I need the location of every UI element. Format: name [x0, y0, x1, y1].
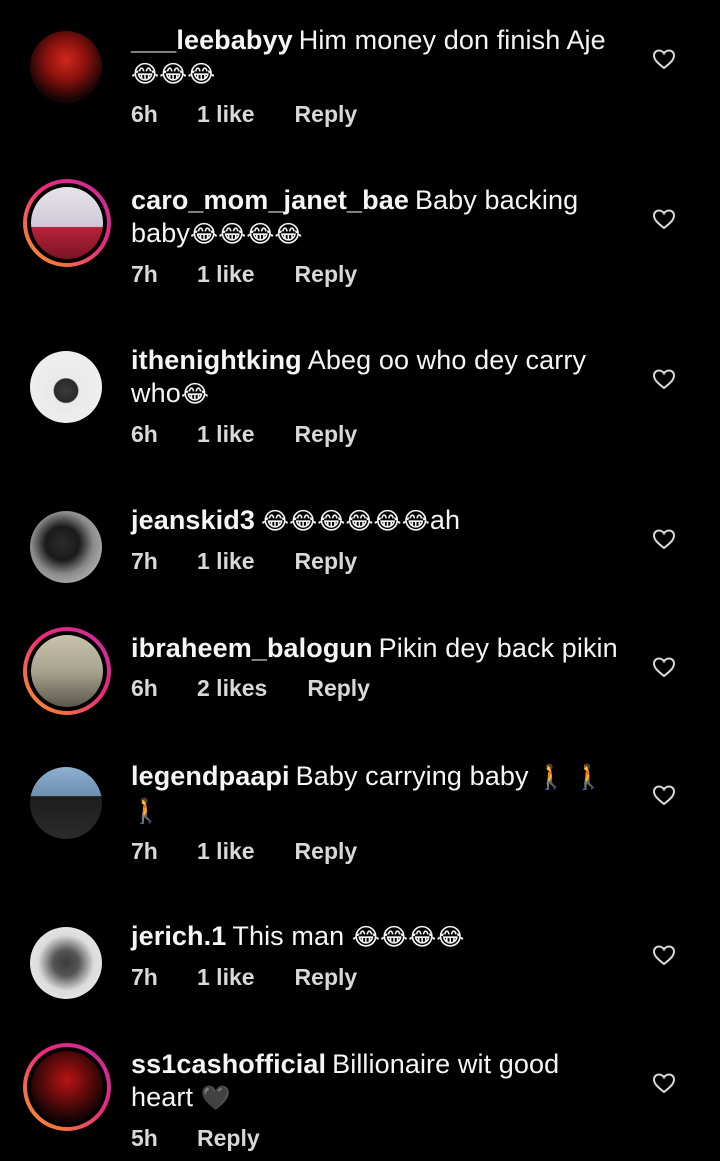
reply-button[interactable]: Reply — [197, 1125, 260, 1152]
comment-time: 7h — [131, 838, 158, 864]
comment-text: jeanskid3 😂😂😂😂😂😂ah — [131, 504, 621, 538]
comment-emoji: 😂😂😂😂 — [351, 923, 465, 951]
comment-likes[interactable]: 2 likes — [197, 675, 267, 702]
comment-username[interactable]: caro_mom_janet_bae — [131, 185, 409, 215]
comment-message: Baby carrying baby — [295, 761, 529, 791]
avatar-image — [30, 351, 102, 423]
comment-text: jerich.1 This man 😂😂😂😂 — [131, 920, 621, 954]
avatar-story-ring[interactable] — [23, 179, 111, 267]
comment-likes[interactable]: 1 like — [197, 421, 255, 448]
comment-text: ithenightking Abeg oo who dey carry who😂 — [131, 344, 621, 411]
comment-text: legendpaapi Baby carrying baby 🚶 🚶 🚶 — [131, 760, 621, 828]
comment-time: 7h — [131, 548, 158, 574]
reply-button[interactable]: Reply — [295, 421, 358, 448]
comment-text: ss1cashofficial Billionaire wit good hear… — [131, 1048, 621, 1115]
avatar-image — [30, 31, 102, 103]
comment-meta: 7h 1 like Reply — [131, 548, 621, 575]
comment-meta: 7h 1 like Reply — [131, 838, 621, 865]
comment-list: ___leebabyy Him money don finish Aje 😂😂😂 … — [0, 0, 720, 1161]
comment-username[interactable]: ithenightking — [131, 345, 302, 375]
avatar-story-ring[interactable] — [23, 627, 111, 715]
comment-meta: 6h 2 likes Reply — [131, 675, 621, 702]
comment-username[interactable]: ___leebabyy — [131, 25, 293, 55]
comment-likes[interactable]: 1 like — [197, 548, 255, 575]
comment-text: ___leebabyy Him money don finish Aje 😂😂😂 — [131, 24, 621, 91]
comment-likes[interactable]: 1 like — [197, 964, 255, 991]
comment-likes[interactable]: 1 like — [197, 838, 255, 865]
comment-username[interactable]: jeanskid3 — [131, 505, 255, 535]
reply-button[interactable]: Reply — [307, 675, 370, 702]
avatar-image — [31, 635, 103, 707]
comment-text: ibraheem_balogun Pikin dey back pikin — [131, 632, 621, 665]
heart-outline-icon[interactable] — [652, 207, 676, 231]
comment-username[interactable]: ibraheem_balogun — [131, 633, 373, 663]
comment-time: 7h — [131, 261, 158, 287]
avatar[interactable] — [26, 27, 106, 107]
avatar-image — [31, 187, 103, 259]
comment-meta: 7h 1 like Reply — [131, 964, 621, 991]
comment-message: ah — [429, 505, 461, 535]
comment-emoji: 🖤 — [200, 1084, 231, 1112]
avatar[interactable] — [26, 347, 106, 427]
avatar[interactable] — [26, 763, 106, 843]
reply-button[interactable]: Reply — [295, 261, 358, 288]
avatar[interactable] — [26, 507, 106, 587]
comment-username[interactable]: ss1cashofficial — [131, 1049, 326, 1079]
avatar-story-ring[interactable] — [23, 1043, 111, 1131]
heart-outline-icon[interactable] — [652, 1071, 676, 1095]
comment-meta: 6h 1 like Reply — [131, 101, 621, 128]
comment-likes[interactable]: 1 like — [197, 261, 255, 288]
comment-meta: 6h 1 like Reply — [131, 421, 621, 448]
comment-message: Pikin dey back pikin — [378, 633, 618, 663]
heart-outline-icon[interactable] — [652, 655, 676, 679]
comment-username[interactable]: legendpaapi — [131, 761, 290, 791]
comment-meta: 7h 1 like Reply — [131, 261, 621, 288]
heart-outline-icon[interactable] — [652, 367, 676, 391]
reply-button[interactable]: Reply — [295, 964, 358, 991]
reply-button[interactable]: Reply — [295, 548, 358, 575]
comment-meta: 5h Reply — [131, 1125, 621, 1152]
comment-time: 7h — [131, 964, 158, 990]
avatar-image — [30, 511, 102, 583]
comment-time: 5h — [131, 1125, 158, 1151]
heart-outline-icon[interactable] — [652, 527, 676, 551]
comment-emoji: 😂😂😂 — [131, 60, 216, 88]
heart-outline-icon[interactable] — [652, 47, 676, 71]
avatar-image — [31, 1051, 103, 1123]
comment-emoji: 😂😂😂😂😂😂 — [260, 507, 430, 535]
avatar-image — [30, 767, 102, 839]
reply-button[interactable]: Reply — [295, 101, 358, 128]
avatar-image — [30, 927, 102, 999]
comment-message: Him money don finish Aje — [298, 25, 606, 55]
comment-time: 6h — [131, 421, 158, 447]
comment-time: 6h — [131, 101, 158, 127]
comment-username[interactable]: jerich.1 — [131, 921, 226, 951]
comment-emoji: 😂 — [180, 380, 209, 408]
heart-outline-icon[interactable] — [652, 783, 676, 807]
comment-text: caro_mom_janet_bae Baby backing baby😂😂😂😂 — [131, 184, 621, 251]
heart-outline-icon[interactable] — [652, 943, 676, 967]
comment-message: This man — [232, 921, 345, 951]
comment-time: 6h — [131, 675, 158, 701]
reply-button[interactable]: Reply — [295, 838, 358, 865]
comment-likes[interactable]: 1 like — [197, 101, 255, 128]
comment-emoji: 😂😂😂😂 — [189, 220, 303, 248]
avatar[interactable] — [26, 923, 106, 1003]
